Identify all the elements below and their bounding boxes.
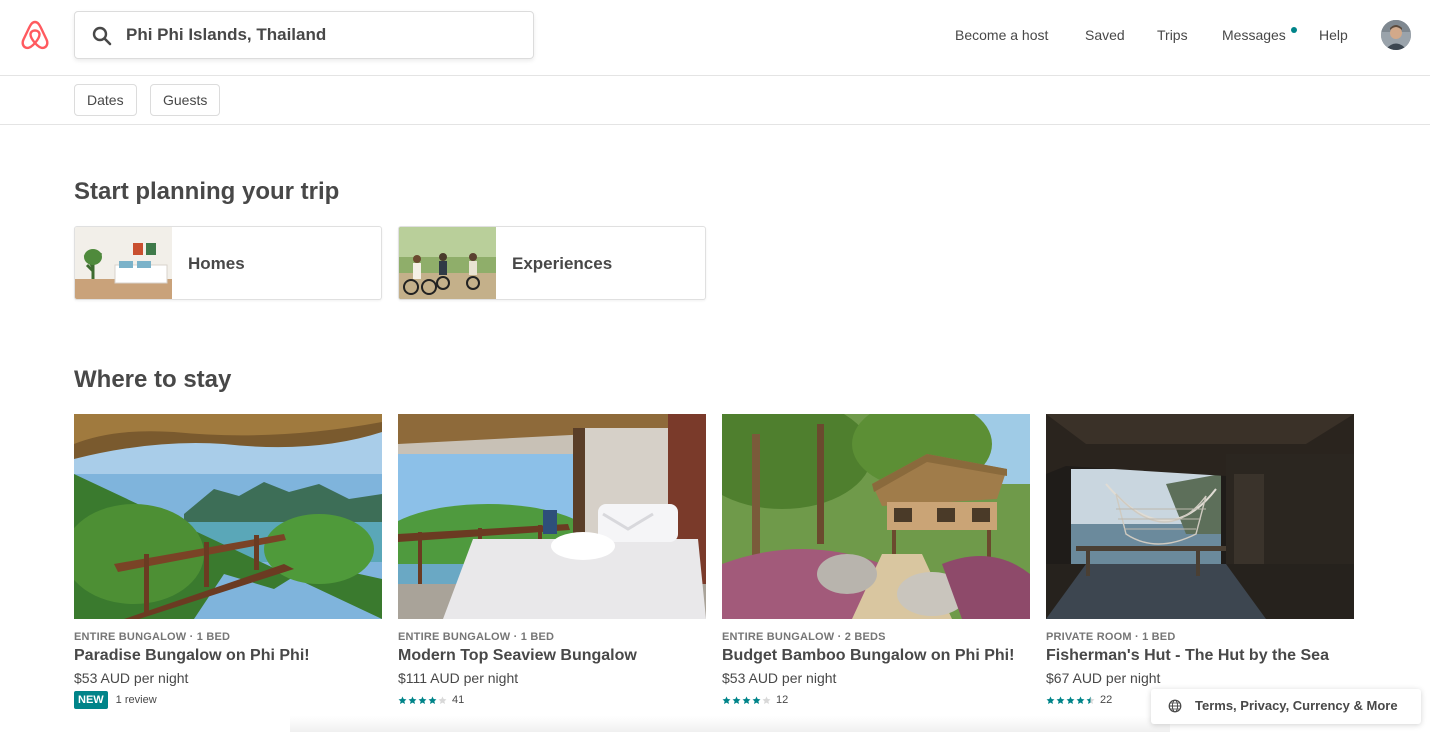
avatar[interactable] (1381, 20, 1411, 50)
listing-photo[interactable] (74, 414, 382, 619)
star-icon (398, 696, 407, 704)
homes-thumbnail (75, 227, 172, 299)
review-count: 41 (452, 694, 465, 706)
listing-title[interactable]: Paradise Bungalow on Phi Phi! (74, 647, 382, 665)
listing-price: $67 AUD per night (1046, 670, 1161, 686)
listing-meta: NEW 1 review (74, 691, 382, 709)
category-card-homes[interactable]: Homes (74, 226, 382, 300)
star-rating (398, 696, 447, 705)
nav-trips[interactable]: Trips (1157, 27, 1188, 43)
listing-type: ENTIRE BUNGALOW · 2 BEDS (722, 631, 886, 643)
unread-dot (1291, 27, 1297, 33)
star-icon (1086, 696, 1095, 704)
search-input[interactable]: Phi Phi Islands, Thailand (126, 25, 326, 45)
globe-icon (1168, 699, 1182, 713)
star-icon (1046, 696, 1055, 704)
listing-price: $53 AUD per night (722, 670, 837, 686)
nav-saved[interactable]: Saved (1085, 27, 1125, 43)
user-photo (1381, 20, 1411, 50)
review-count: 22 (1100, 694, 1113, 706)
new-badge: NEW (74, 691, 108, 709)
star-icon (1076, 696, 1085, 704)
listing-type: ENTIRE BUNGALOW · 1 BED (74, 631, 231, 643)
category-label-homes: Homes (188, 254, 245, 273)
airbnb-logo-icon[interactable] (20, 19, 50, 51)
review-count: 1 review (115, 694, 157, 706)
star-icon (1066, 696, 1075, 704)
nav-become-host[interactable]: Become a host (955, 27, 1048, 43)
category-label-experiences: Experiences (512, 254, 613, 273)
listing-title[interactable]: Modern Top Seaview Bungalow (398, 647, 706, 665)
star-icon (752, 696, 761, 704)
listing-meta: 41 (398, 691, 706, 709)
star-icon (428, 696, 437, 704)
listing-card[interactable]: PRIVATE ROOM · 1 BED Fisherman's Hut - T… (1046, 414, 1354, 709)
stay-heading: Where to stay (74, 366, 232, 393)
listing-photo[interactable] (398, 414, 706, 619)
search-icon (92, 26, 112, 46)
listing-card[interactable]: ENTIRE BUNGALOW · 2 BEDS Budget Bamboo B… (722, 414, 1030, 709)
review-count: 12 (776, 694, 789, 706)
listing-title[interactable]: Fisherman's Hut - The Hut by the Sea (1046, 647, 1354, 665)
top-header: Phi Phi Islands, Thailand Become a host … (0, 0, 1430, 76)
category-card-experiences[interactable]: Experiences (398, 226, 706, 300)
planning-heading: Start planning your trip (74, 178, 340, 205)
listing-title[interactable]: Budget Bamboo Bungalow on Phi Phi! (722, 647, 1030, 665)
star-icon (418, 696, 427, 704)
footer-links-button[interactable]: Terms, Privacy, Currency & More (1151, 689, 1421, 724)
listing-photo[interactable] (1046, 414, 1354, 619)
star-rating (1046, 696, 1095, 705)
search-bar[interactable]: Phi Phi Islands, Thailand (74, 11, 534, 59)
listing-card[interactable]: ENTIRE BUNGALOW · 1 BED Modern Top Seavi… (398, 414, 706, 709)
listing-card[interactable]: ENTIRE BUNGALOW · 1 BED Paradise Bungalo… (74, 414, 382, 709)
guests-filter-button[interactable]: Guests (150, 84, 221, 116)
scroll-shadow (290, 716, 1170, 732)
listing-photo[interactable] (722, 414, 1030, 619)
listing-type: PRIVATE ROOM · 1 BED (1046, 631, 1176, 643)
star-rating (722, 696, 771, 705)
footer-label: Terms, Privacy, Currency & More (1195, 698, 1398, 713)
filter-bar: Dates Guests (0, 76, 1430, 125)
star-icon (408, 696, 417, 704)
listing-meta: 12 (722, 691, 1030, 709)
star-icon (742, 696, 751, 704)
star-icon (438, 696, 447, 704)
star-icon (1056, 696, 1065, 704)
listing-price: $53 AUD per night (74, 670, 189, 686)
nav-messages[interactable]: Messages (1222, 27, 1286, 43)
dates-filter-button[interactable]: Dates (74, 84, 137, 116)
star-icon (762, 696, 771, 704)
listing-price: $111 AUD per night (398, 670, 519, 686)
nav-help[interactable]: Help (1319, 27, 1348, 43)
experiences-thumbnail (399, 227, 496, 299)
listing-type: ENTIRE BUNGALOW · 1 BED (398, 631, 555, 643)
star-icon (722, 696, 731, 704)
star-icon (732, 696, 741, 704)
